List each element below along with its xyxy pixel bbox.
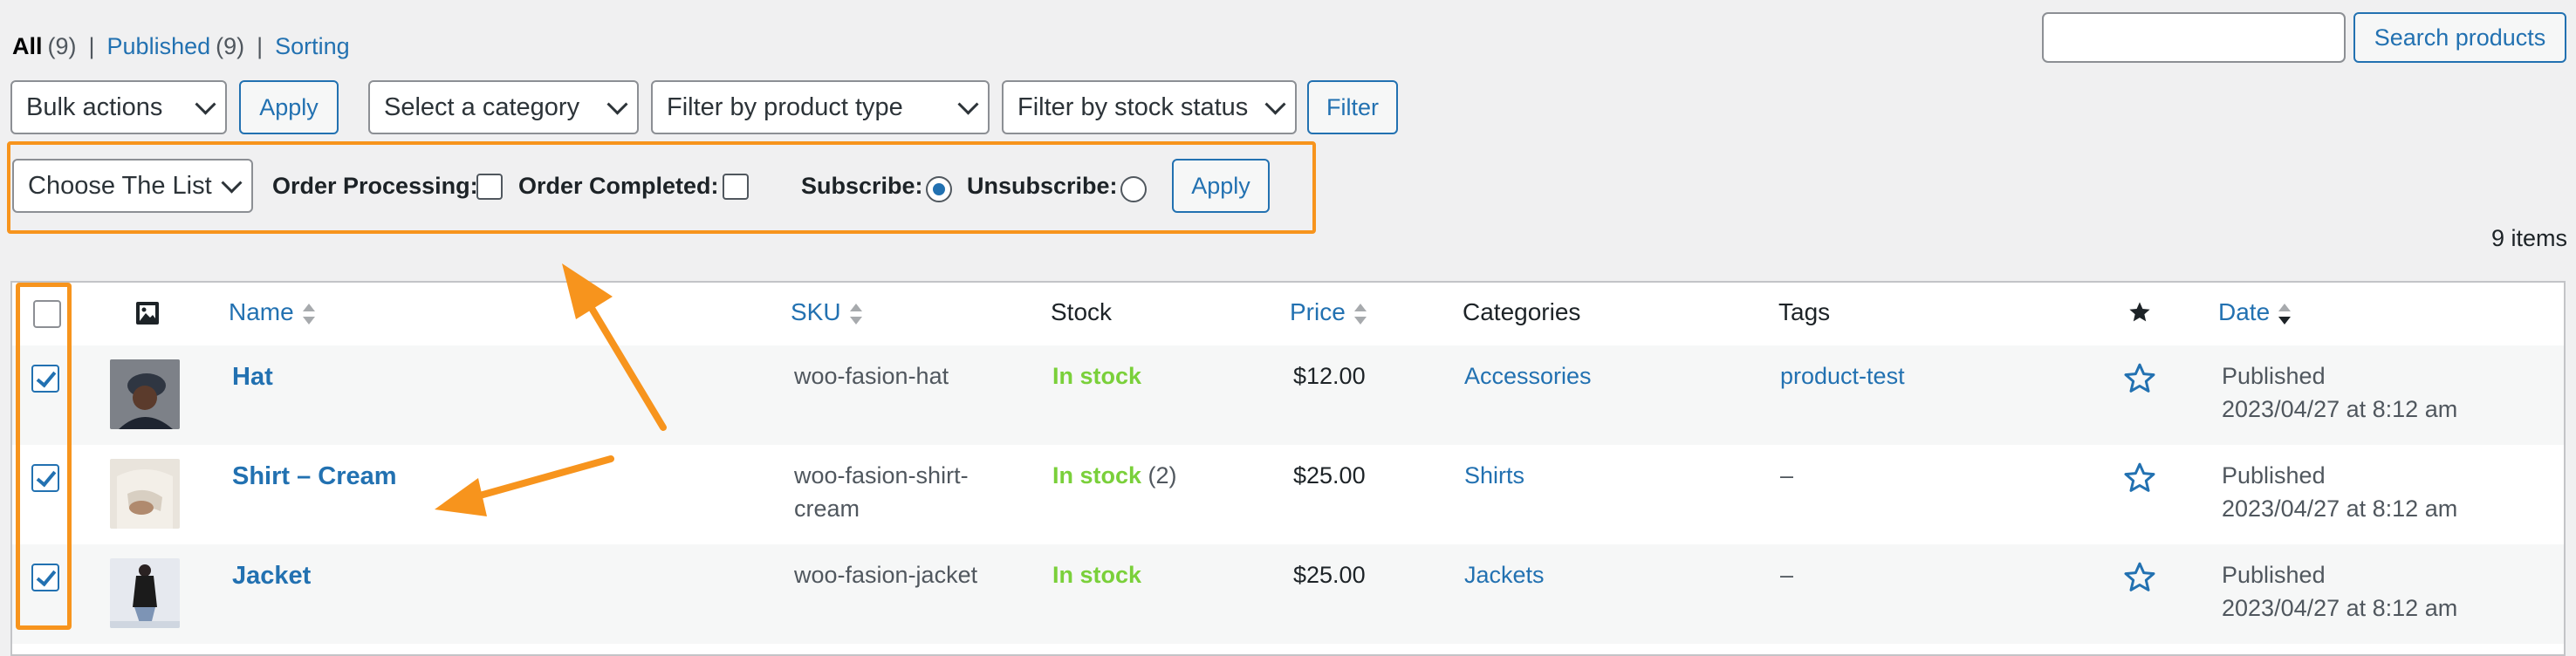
arrow-to-row-checkboxes	[435, 455, 614, 516]
annotation-arrows	[435, 263, 667, 516]
arrow-to-list-tools	[562, 263, 667, 431]
